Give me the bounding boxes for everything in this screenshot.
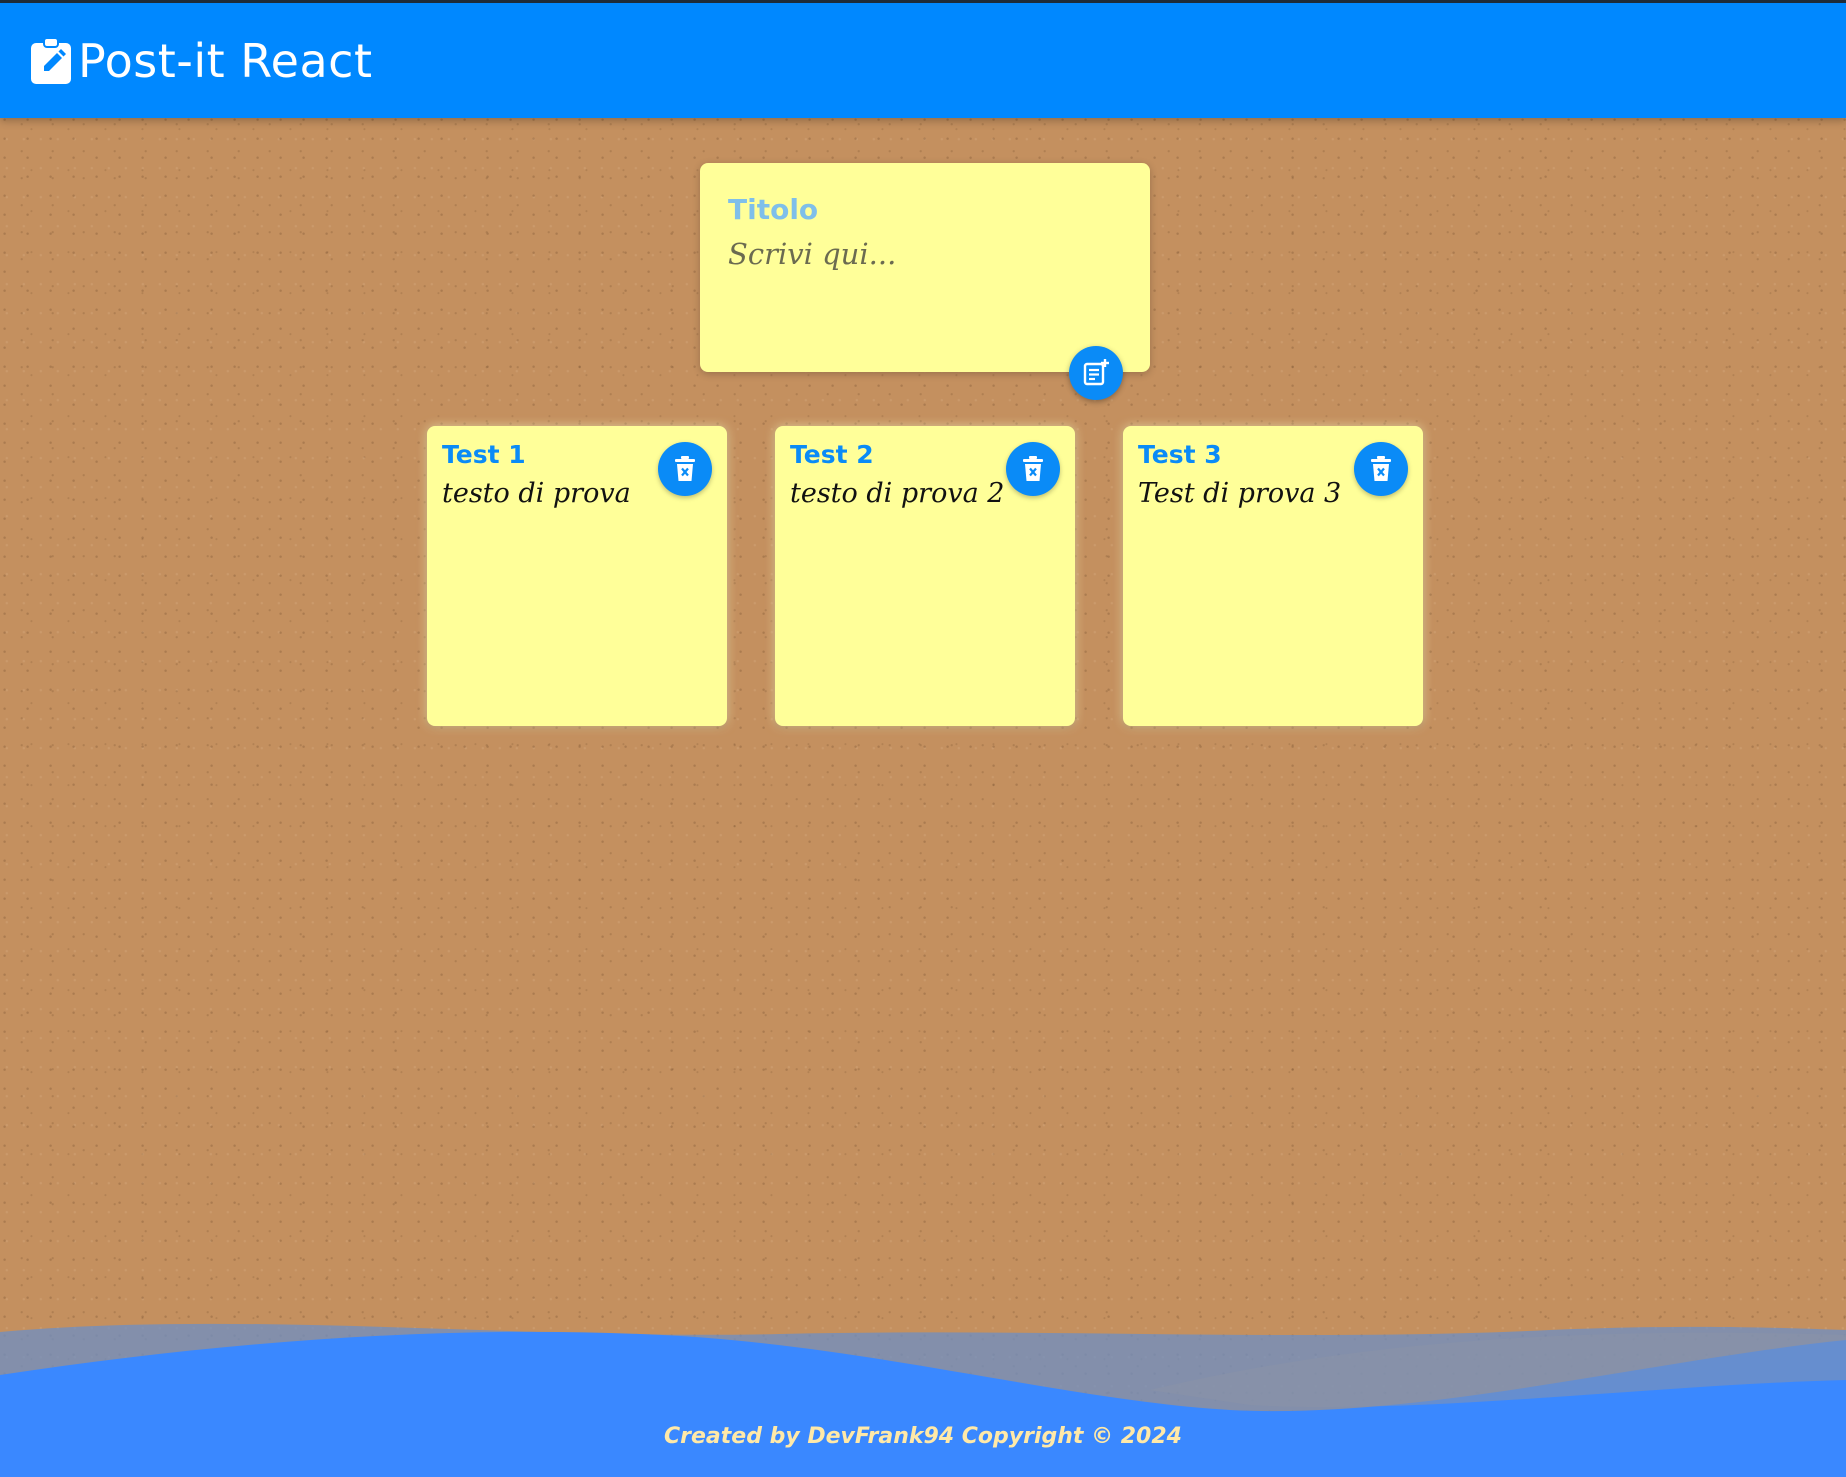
app-header: Post-it React bbox=[0, 0, 1846, 118]
note-body-input[interactable] bbox=[728, 237, 1118, 347]
trash-icon bbox=[675, 456, 695, 481]
clipboard-edit-icon bbox=[31, 37, 71, 84]
note-card: Test 3 Test di prova 3 bbox=[1123, 426, 1423, 726]
note-title: Test 1 bbox=[442, 440, 526, 469]
new-note-composer bbox=[700, 163, 1150, 372]
app-footer: Created by DevFrank94 Copyright © 2024 bbox=[0, 1320, 1846, 1477]
trash-icon bbox=[1023, 456, 1043, 481]
note-add-icon bbox=[1083, 359, 1109, 386]
note-card: Test 1 testo di prova bbox=[427, 426, 727, 726]
trash-icon bbox=[1371, 456, 1391, 481]
delete-note-button[interactable] bbox=[658, 442, 712, 496]
footer-wave bbox=[0, 1323, 1846, 1477]
delete-note-button[interactable] bbox=[1006, 442, 1060, 496]
note-title: Test 3 bbox=[1138, 440, 1222, 469]
app-title: Post-it React bbox=[78, 34, 373, 88]
delete-note-button[interactable] bbox=[1354, 442, 1408, 496]
note-title: Test 2 bbox=[790, 440, 874, 469]
add-note-button[interactable] bbox=[1069, 346, 1123, 400]
note-card: Test 2 testo di prova 2 bbox=[775, 426, 1075, 726]
brand: Post-it React bbox=[30, 33, 373, 89]
footer-copyright: Created by DevFrank94 Copyright © 2024 bbox=[664, 1424, 1182, 1449]
note-title-input[interactable] bbox=[728, 189, 1118, 229]
